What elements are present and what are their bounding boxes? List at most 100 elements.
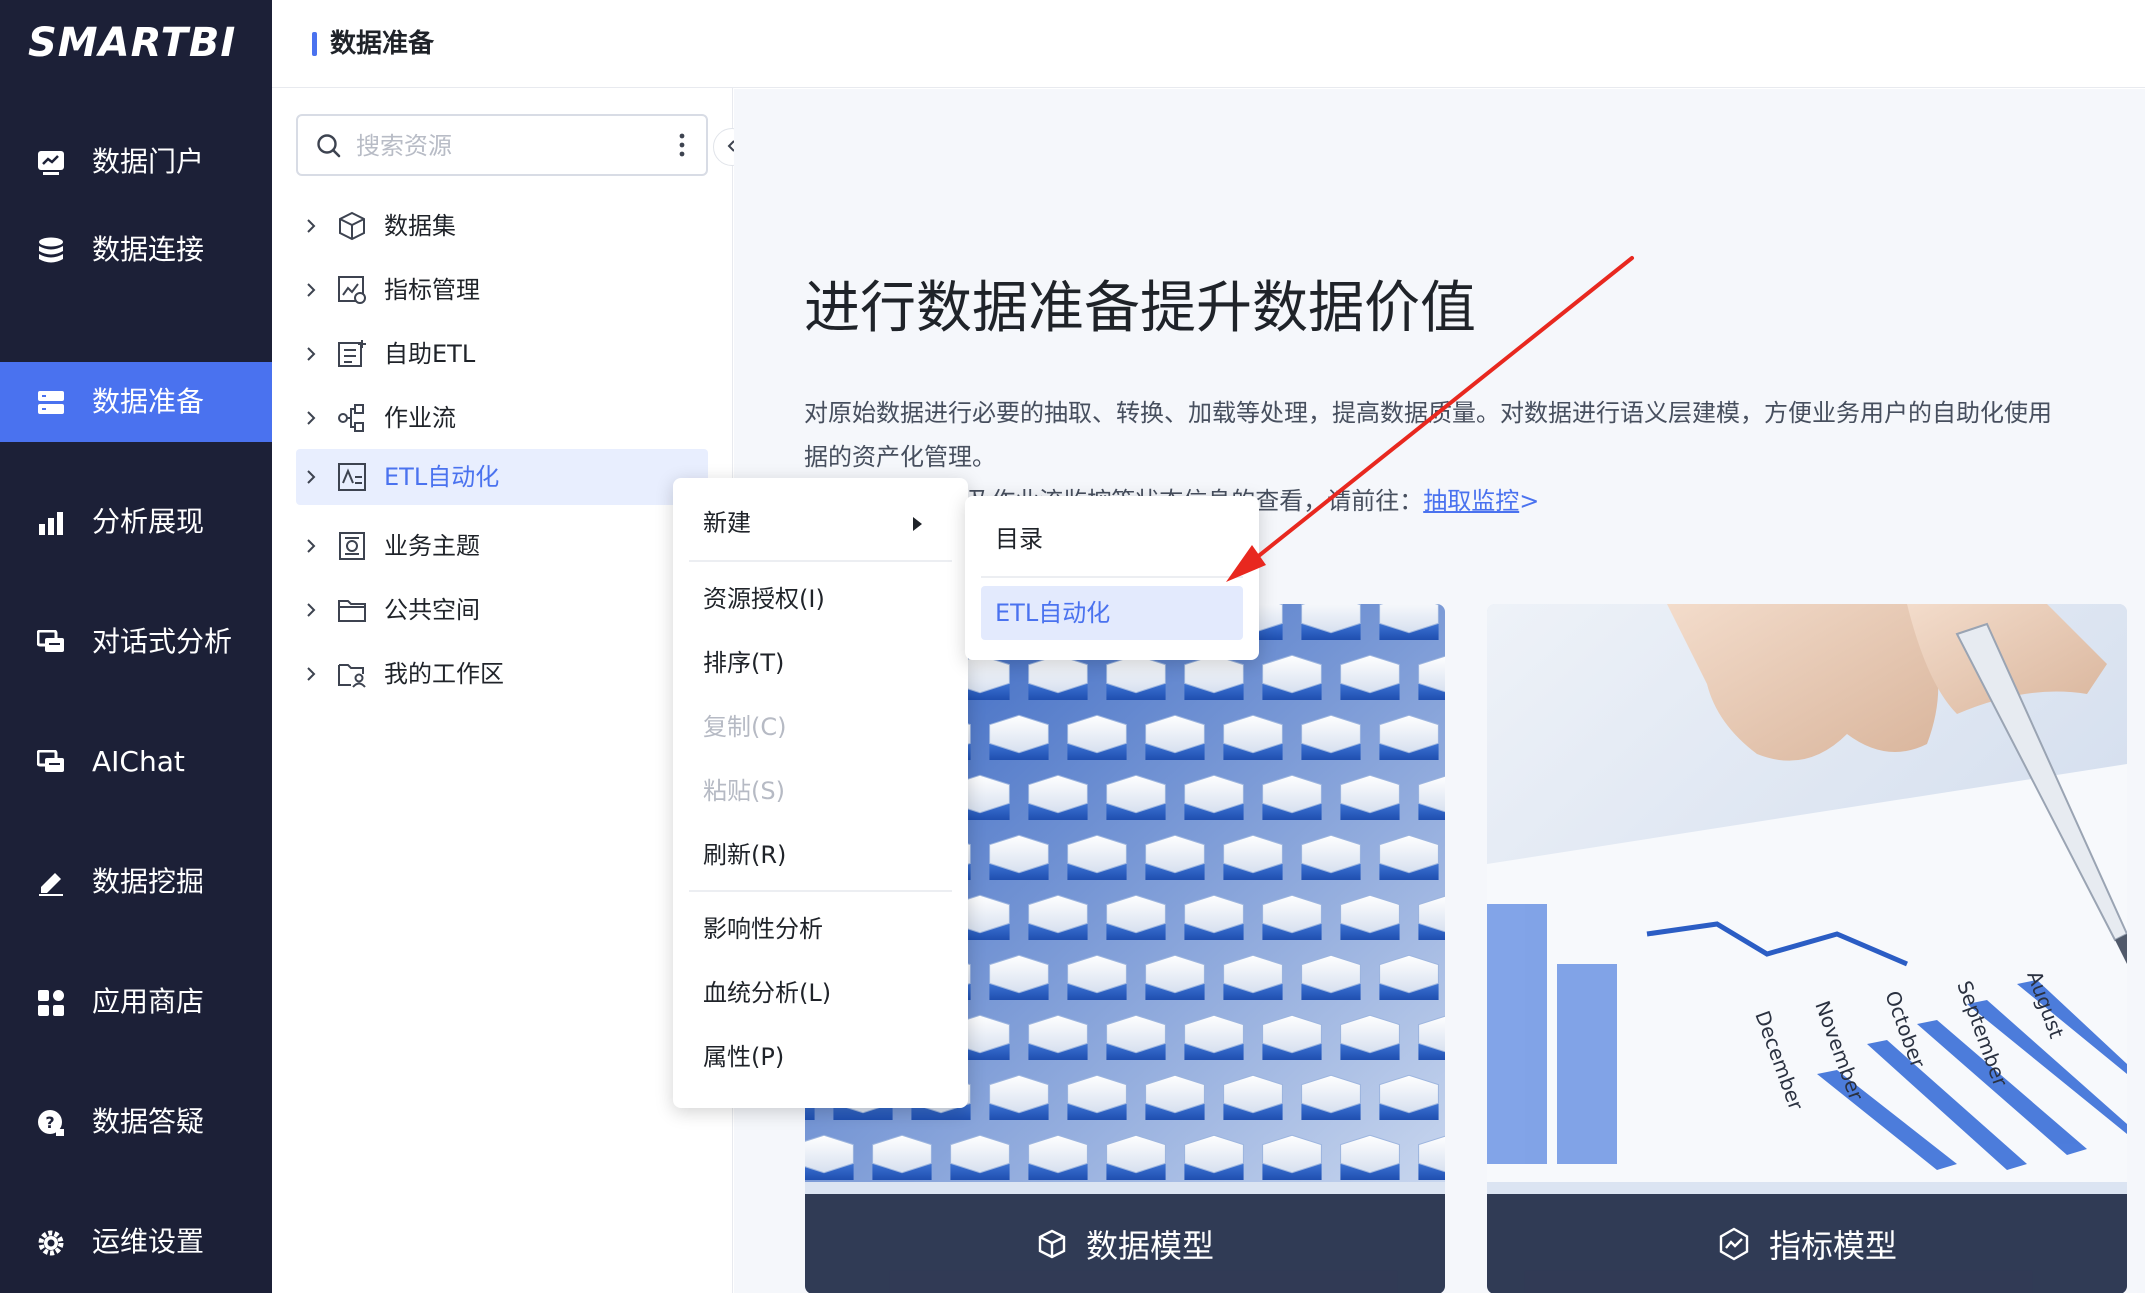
menu-item-lineage-analysis[interactable]: 血统分析(L) — [689, 966, 952, 1020]
new-submenu: 目录 ETL自动化 — [965, 496, 1259, 660]
database-icon — [36, 236, 66, 266]
menu-item-impact-analysis[interactable]: 影响性分析 — [689, 902, 952, 956]
nav-label: 对话式分析 — [92, 625, 233, 658]
hero-description-line1: 对原始数据进行必要的抽取、转换、加载等处理，提高数据质量。对数据进行语义层建模，… — [804, 399, 2052, 427]
tree-item-dataset[interactable]: 数据集 — [296, 198, 708, 254]
page-title: 数据准备 — [330, 29, 435, 59]
submenu-item-etl-automation[interactable]: ETL自动化 — [981, 586, 1243, 640]
hero-description-line2: 据的资产化管理。 — [804, 443, 996, 471]
tree-item-metric-management[interactable]: 指标管理 — [296, 262, 708, 318]
nav-item-data-prep[interactable]: 数据准备 — [0, 362, 272, 442]
chevron-right-icon[interactable] — [304, 600, 318, 624]
search-input[interactable]: 搜索资源 — [296, 114, 708, 176]
nav-label: 应用商店 — [92, 985, 205, 1018]
smartbi-logo[interactable]: SMARTBI — [28, 18, 236, 68]
tree-item-label: 我的工作区 — [384, 660, 504, 688]
nav-item-app-store[interactable]: 应用商店 — [0, 962, 272, 1042]
chevron-right-icon[interactable] — [304, 664, 318, 688]
app-store-icon — [36, 988, 66, 1018]
nav-label: 数据准备 — [92, 385, 205, 418]
tree-item-label: 公共空间 — [384, 596, 480, 624]
nav-label: 运维设置 — [92, 1225, 205, 1258]
metric-model-card-label: 指标模型 — [1768, 1227, 1897, 1265]
ai-chat-icon — [36, 748, 66, 778]
etl-auto-icon — [336, 461, 368, 493]
nav-item-ops-settings[interactable]: 运维设置 — [0, 1202, 272, 1282]
tree-item-public-space[interactable]: 公共空间 — [296, 582, 708, 638]
svg-text:?: ? — [45, 1113, 54, 1132]
chevron-right-icon[interactable] — [304, 216, 318, 240]
submenu-item-directory[interactable]: 目录 — [981, 512, 1243, 566]
tree-item-label: 指标管理 — [384, 276, 480, 304]
chevron-right-icon[interactable] — [304, 344, 318, 368]
menu-item-new[interactable]: 新建 — [689, 496, 952, 550]
nav-item-aichat[interactable]: AIChat — [0, 722, 272, 802]
nav-label: 数据门户 — [92, 145, 205, 178]
tree-item-business-theme[interactable]: 业务主题 — [296, 518, 708, 574]
menu-item-sort[interactable]: 排序(T) — [689, 636, 952, 690]
cube-icon — [336, 210, 368, 242]
menu-divider — [689, 560, 952, 562]
title-accent-bar — [312, 32, 317, 56]
tree-item-self-etl[interactable]: 自助ETL — [296, 326, 708, 382]
extract-monitor-link[interactable]: 抽取监控 — [1423, 487, 1519, 515]
resource-tree-panel: 搜索资源 数据集 指标管理 自助ETL 作业流 ETL自动化 业务主题 公共空间… — [272, 88, 751, 1293]
metric-model-photo: December November October September Augu… — [1487, 604, 2127, 1182]
chevron-right-icon[interactable] — [304, 280, 318, 304]
tree-item-my-workspace[interactable]: 我的工作区 — [296, 646, 708, 702]
tree-item-label: 业务主题 — [384, 532, 480, 560]
chevron-right-icon[interactable] — [304, 536, 318, 560]
link-arrow[interactable]: > — [1519, 487, 1539, 515]
search-placeholder: 搜索资源 — [356, 132, 452, 160]
nav-item-data-mining[interactable]: 数据挖掘 — [0, 842, 272, 922]
nav-item-data-connection[interactable]: 数据连接 — [0, 210, 272, 290]
left-navigation: SMARTBI 数据门户 数据连接 数据准备 分析展现 对话式分析 AIChat… — [0, 0, 272, 1293]
tree-item-label: ETL自动化 — [384, 463, 500, 491]
tree-item-label: 数据集 — [384, 212, 456, 240]
data-model-card-label: 数据模型 — [1085, 1227, 1214, 1265]
search-icon — [316, 133, 342, 163]
chevron-right-icon[interactable] — [304, 467, 318, 491]
menu-item-resource-auth[interactable]: 资源授权(I) — [689, 572, 952, 626]
tree-item-label: 作业流 — [384, 404, 456, 432]
tree-item-etl-automation[interactable]: ETL自动化 — [296, 449, 708, 505]
data-prep-icon — [36, 388, 66, 418]
context-menu: 新建 资源授权(I) 排序(T) 复制(C) 粘贴(S) 刷新(R) 影响性分析… — [673, 478, 968, 1108]
logo-text: SMARTBI — [28, 20, 237, 66]
nav-label: 分析展现 — [92, 505, 205, 538]
menu-item-refresh[interactable]: 刷新(R) — [689, 828, 952, 882]
nav-label: 数据连接 — [92, 233, 205, 266]
business-theme-icon — [336, 530, 368, 562]
chat-icon — [36, 628, 66, 658]
nav-label: 数据挖掘 — [92, 865, 205, 898]
cube-outline-icon — [1036, 1228, 1068, 1260]
menu-item-properties[interactable]: 属性(P) — [689, 1030, 952, 1084]
more-vertical-icon[interactable] — [678, 132, 686, 162]
workflow-icon — [336, 402, 368, 434]
workspace-icon — [336, 658, 368, 690]
metric-icon — [336, 274, 368, 306]
menu-divider — [689, 890, 952, 892]
nav-label: 数据答疑 — [92, 1105, 205, 1138]
submenu-divider — [981, 576, 1243, 578]
chevron-right-icon[interactable] — [304, 408, 318, 432]
menu-item-paste[interactable]: 粘贴(S) — [689, 764, 952, 818]
metric-model-card-bar[interactable]: 指标模型 — [1487, 1194, 2127, 1293]
metric-model-card[interactable]: December November October September Augu… — [1487, 604, 2127, 1293]
tree-item-label: 自助ETL — [384, 340, 476, 368]
submenu-arrow-icon — [913, 517, 922, 531]
menu-item-copy[interactable]: 复制(C) — [689, 700, 952, 754]
dashboard-icon — [36, 148, 66, 178]
data-model-card-bar[interactable]: 数据模型 — [805, 1194, 1445, 1293]
nav-item-conversational-analysis[interactable]: 对话式分析 — [0, 602, 272, 682]
etl-icon — [336, 338, 368, 370]
tree-item-workflow[interactable]: 作业流 — [296, 390, 708, 446]
gear-icon — [36, 1228, 66, 1258]
nav-item-data-portal[interactable]: 数据门户 — [0, 122, 272, 202]
mining-icon — [36, 868, 66, 898]
metric-model-icon — [1717, 1227, 1751, 1261]
page-header: 数据准备 — [272, 0, 2145, 88]
question-icon: ? — [36, 1108, 66, 1138]
nav-item-analysis[interactable]: 分析展现 — [0, 482, 272, 562]
nav-item-data-qa[interactable]: ? 数据答疑 — [0, 1082, 272, 1162]
